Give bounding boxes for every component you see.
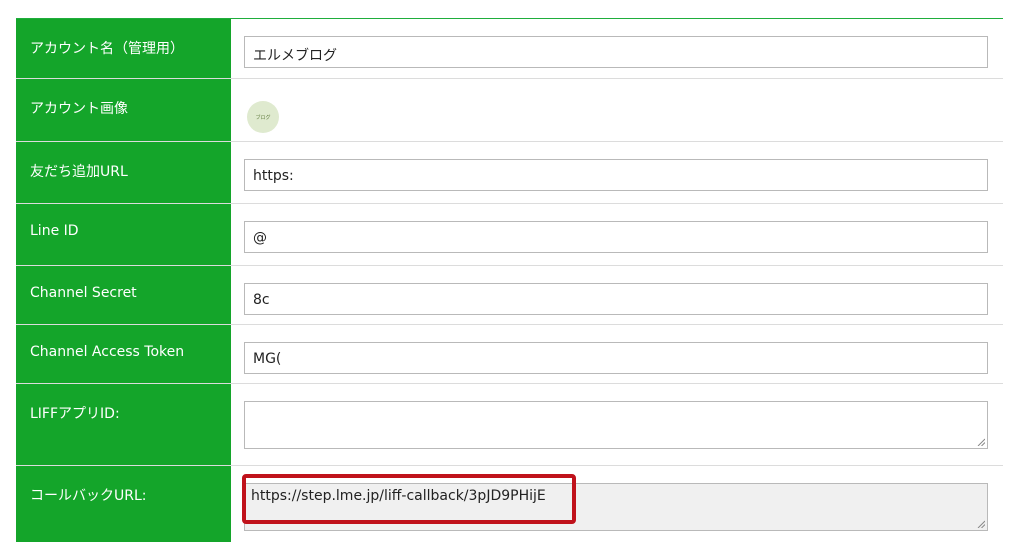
friend-url-input[interactable]: https: <box>244 159 988 191</box>
account-name-input[interactable]: エルメブログ <box>244 36 988 68</box>
row-line-id: Line ID @ <box>16 204 1003 266</box>
row-liff-app-id: LIFFアプリID: <box>16 384 1003 466</box>
row-friend-url: 友だち追加URL https: <box>16 142 1003 204</box>
account-image-cell: ブログ <box>231 79 1003 141</box>
liff-app-id-textarea[interactable] <box>244 401 988 449</box>
line-id-cell: @ <box>231 204 1003 265</box>
channel-access-token-cell: MG( <box>231 325 1003 383</box>
account-name-label: アカウント名（管理用） <box>16 19 231 78</box>
line-id-label: Line ID <box>16 204 231 265</box>
friend-url-cell: https: <box>231 142 1003 203</box>
resize-handle-icon[interactable] <box>977 520 985 528</box>
account-name-cell: エルメブログ <box>231 19 1003 78</box>
friend-url-label: 友だち追加URL <box>16 142 231 203</box>
account-settings-form: アカウント名（管理用） エルメブログ アカウント画像 ブログ 友だち追加URL … <box>16 18 1003 542</box>
row-channel-secret: Channel Secret 8c <box>16 266 1003 325</box>
row-channel-access-token: Channel Access Token MG( <box>16 325 1003 384</box>
account-image-label: アカウント画像 <box>16 79 231 141</box>
channel-access-token-label: Channel Access Token <box>16 325 231 383</box>
channel-secret-cell: 8c <box>231 266 1003 324</box>
row-account-name: アカウント名（管理用） エルメブログ <box>16 19 1003 79</box>
row-account-image: アカウント画像 ブログ <box>16 79 1003 142</box>
callback-url-label: コールバックURL: <box>16 466 231 542</box>
callback-url-highlight-box <box>242 474 576 524</box>
resize-handle-icon[interactable] <box>977 438 985 446</box>
line-id-input[interactable]: @ <box>244 221 988 253</box>
liff-app-id-cell <box>231 384 1003 465</box>
channel-secret-input[interactable]: 8c <box>244 283 988 315</box>
channel-secret-label: Channel Secret <box>16 266 231 324</box>
liff-app-id-label: LIFFアプリID: <box>16 384 231 465</box>
account-avatar[interactable]: ブログ <box>247 101 279 133</box>
channel-access-token-input[interactable]: MG( <box>244 342 988 374</box>
